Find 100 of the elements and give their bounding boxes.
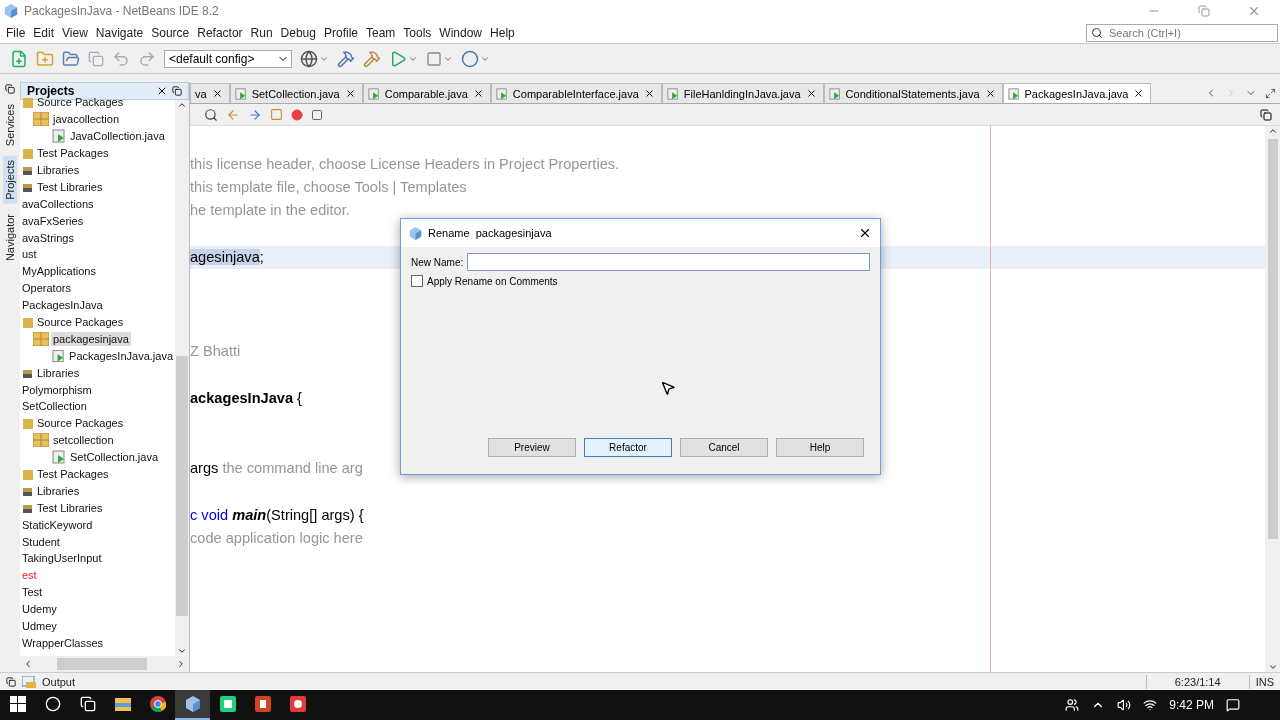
tree-item[interactable]: packagesinjava bbox=[51, 331, 131, 346]
checkbox[interactable] bbox=[411, 275, 423, 287]
search-icon[interactable] bbox=[204, 107, 218, 122]
dialog-button[interactable]: Refactor bbox=[584, 438, 672, 457]
search-icon[interactable] bbox=[1091, 26, 1103, 39]
open-project-button[interactable] bbox=[62, 49, 80, 68]
scroll-right-icon[interactable] bbox=[176, 659, 186, 669]
tree-item[interactable]: PackagesInJava.java bbox=[67, 348, 175, 363]
scroll-down-icon[interactable] bbox=[177, 646, 187, 656]
tree-item[interactable]: SetCollection bbox=[20, 399, 89, 414]
menu-item[interactable]: Edit bbox=[29, 25, 59, 40]
tree-item[interactable]: javacollection bbox=[51, 112, 122, 127]
search-field[interactable]: Search (Ctrl+I) bbox=[1107, 25, 1273, 40]
profile-button[interactable] bbox=[461, 49, 490, 68]
close-icon[interactable] bbox=[156, 85, 168, 97]
new-file-button[interactable] bbox=[10, 49, 28, 68]
wifi-icon[interactable] bbox=[1143, 698, 1158, 712]
tree-item[interactable]: PackagesInJava bbox=[20, 298, 105, 313]
menu-item[interactable]: Refactor bbox=[193, 25, 247, 40]
side-tab[interactable]: Services bbox=[3, 100, 17, 151]
menu-item[interactable]: Navigate bbox=[91, 25, 148, 40]
close-icon[interactable] bbox=[344, 88, 356, 99]
tree-item[interactable]: WrapperClasses bbox=[20, 635, 106, 650]
editor-tab[interactable]: ComparableInterface.java bbox=[490, 83, 662, 103]
tree-item[interactable]: Test Packages bbox=[35, 146, 111, 161]
split-icon[interactable] bbox=[1260, 108, 1272, 121]
tree-item[interactable]: Student bbox=[20, 534, 62, 549]
tree-item[interactable]: MyApplications bbox=[20, 264, 98, 279]
menu-item[interactable]: Team bbox=[362, 25, 400, 40]
tree-item[interactable]: Test Libraries bbox=[35, 500, 105, 515]
volume-icon[interactable] bbox=[1117, 698, 1132, 712]
output-tab[interactable]: Output bbox=[42, 675, 76, 688]
run-button[interactable] bbox=[389, 49, 418, 68]
clean-build-button[interactable] bbox=[363, 49, 381, 68]
tree-item[interactable]: avaFxSeries bbox=[20, 213, 86, 228]
tree-item[interactable]: Libraries bbox=[35, 483, 82, 498]
close-icon[interactable] bbox=[805, 88, 817, 99]
build-button[interactable] bbox=[337, 49, 355, 68]
editor-tab[interactable]: Comparable.java bbox=[362, 83, 491, 103]
people-icon[interactable] bbox=[1065, 698, 1080, 712]
menu-item[interactable]: File bbox=[2, 25, 30, 40]
restore-icon[interactable] bbox=[172, 86, 182, 96]
scroll-left-icon[interactable] bbox=[23, 659, 33, 669]
tree-item[interactable]: avaStrings bbox=[20, 230, 76, 245]
editor-tab[interactable]: SetCollection.java bbox=[229, 83, 363, 103]
scroll-down-icon[interactable] bbox=[1267, 662, 1278, 672]
tree-item[interactable]: SetCollection.java bbox=[68, 450, 161, 465]
editor-tab[interactable]: PackagesInJava.java bbox=[1002, 83, 1152, 103]
tree-item[interactable]: TakingUserInput bbox=[20, 551, 104, 566]
tree-item[interactable]: Udemy bbox=[20, 602, 59, 617]
tree-item[interactable]: JavaCollection.java bbox=[68, 129, 167, 144]
scroll-up-icon[interactable] bbox=[1267, 126, 1278, 136]
tree-item[interactable]: Source Packages bbox=[35, 315, 126, 329]
tree-item[interactable]: Udmey bbox=[20, 619, 59, 634]
close-icon[interactable] bbox=[643, 88, 655, 99]
close-icon[interactable] bbox=[472, 88, 484, 99]
tree-item[interactable]: Operators bbox=[20, 281, 73, 296]
menu-item[interactable]: Tools bbox=[399, 25, 436, 40]
menu-item[interactable]: Debug bbox=[276, 25, 320, 40]
side-tab[interactable]: Navigator bbox=[3, 209, 17, 265]
record-icon[interactable] bbox=[291, 108, 303, 121]
tree-item[interactable]: Polymorphism bbox=[20, 382, 94, 397]
scrollbar-thumb[interactable] bbox=[57, 658, 147, 670]
editor-tab[interactable]: FileHanldingInJava.java bbox=[661, 83, 824, 103]
search-box[interactable]: Search (Ctrl+I) bbox=[1086, 23, 1278, 42]
menu-item[interactable]: Source bbox=[147, 25, 194, 40]
globe-button[interactable] bbox=[300, 49, 329, 68]
notifications-icon[interactable] bbox=[1226, 698, 1240, 712]
dialog-button[interactable]: Help bbox=[776, 438, 864, 457]
editor-tab[interactable]: ConditionalStatements.java bbox=[823, 83, 1003, 103]
menu-item[interactable]: Run bbox=[246, 25, 277, 40]
name-field[interactable] bbox=[467, 253, 870, 271]
maximize-icon[interactable] bbox=[1265, 87, 1276, 99]
editor-tab[interactable]: va bbox=[190, 83, 230, 103]
close-icon[interactable] bbox=[1133, 88, 1145, 99]
scroll-up-icon[interactable] bbox=[177, 100, 187, 110]
menu-item[interactable]: Profile bbox=[320, 25, 362, 40]
tree-item[interactable]: est bbox=[20, 568, 39, 583]
menu-item[interactable]: Window bbox=[435, 25, 487, 40]
close-icon[interactable] bbox=[858, 226, 872, 240]
tree-item[interactable]: StaticKeyword bbox=[20, 517, 95, 532]
arrow-right-icon[interactable] bbox=[248, 107, 262, 122]
tree-item[interactable]: ust bbox=[20, 247, 39, 262]
tree-item[interactable]: Test Packages bbox=[35, 467, 111, 482]
scrollbar-thumb[interactable] bbox=[176, 356, 188, 616]
menu-item[interactable]: Help bbox=[486, 25, 519, 40]
tree-item[interactable]: avaCollections bbox=[20, 196, 96, 211]
tree-item[interactable]: Test Libraries bbox=[35, 179, 105, 194]
tree-item[interactable]: Test bbox=[20, 585, 45, 600]
dialog-button[interactable]: Preview bbox=[488, 438, 576, 457]
stop-icon[interactable] bbox=[311, 108, 323, 121]
tree-item[interactable]: Source Packages bbox=[35, 416, 126, 431]
close-icon[interactable] bbox=[211, 88, 223, 99]
tree-item[interactable]: Libraries bbox=[35, 365, 82, 380]
close-icon[interactable] bbox=[984, 88, 996, 99]
config-dropdown[interactable]: <default config> bbox=[164, 49, 292, 68]
taskbar-app[interactable] bbox=[175, 690, 210, 720]
dialog-button[interactable]: Cancel bbox=[680, 438, 768, 457]
side-tab[interactable]: Projects bbox=[3, 156, 17, 204]
scrollbar-thumb[interactable] bbox=[1267, 139, 1278, 539]
